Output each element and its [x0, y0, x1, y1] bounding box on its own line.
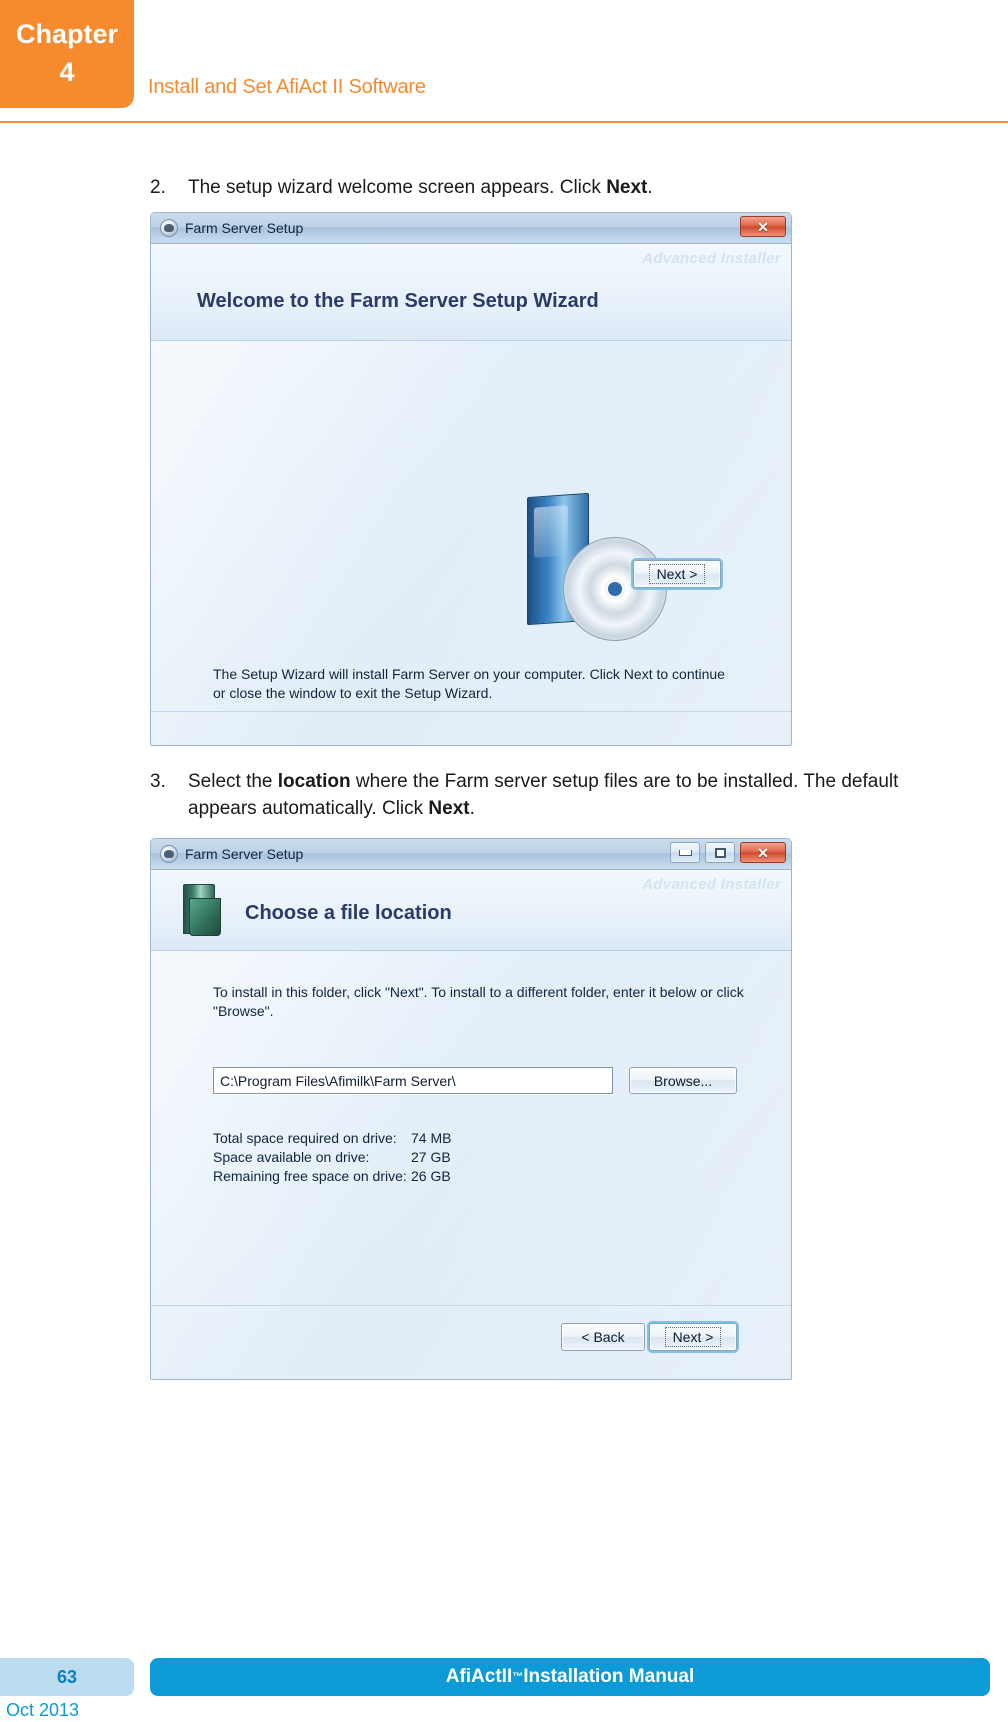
space-value: 74 MB [411, 1130, 452, 1146]
close-button[interactable]: ✕ [740, 842, 786, 863]
step-text-tail: . [647, 177, 653, 198]
manual-title-roman: II [501, 1666, 513, 1687]
space-value: 27 GB [411, 1149, 451, 1165]
page-footer: 63 AfiAct II ™ Installation Manual Oct 20… [0, 1658, 1008, 1722]
chapter-number: 4 [59, 57, 75, 87]
minimize-button[interactable] [670, 842, 700, 863]
step-item-2: 2. The setup wizard welcome screen appea… [150, 174, 910, 201]
disk-space-table: Total space required on drive: 74 MB Spa… [213, 1129, 491, 1186]
header-divider [0, 121, 1008, 123]
page-number: 63 [0, 1658, 134, 1696]
manual-title-pre: AfiAct [445, 1666, 502, 1687]
step-emphasis: Next [606, 177, 648, 198]
dialog-title: Farm Server Setup [185, 846, 304, 862]
close-icon: ✕ [757, 844, 769, 861]
cd-disc-icon [563, 537, 667, 641]
chapter-badge: Chapter 4 [0, 0, 134, 108]
space-label: Remaining free space on drive: [213, 1168, 407, 1184]
table-row: Remaining free space on drive: 26 GB [213, 1167, 491, 1186]
step-text: Select the location where the Farm serve… [188, 768, 910, 822]
dialog-body: The Setup Wizard will install Farm Serve… [151, 341, 791, 745]
setup-disc-icon [160, 845, 178, 863]
table-row: Space available on drive: 27 GB [213, 1148, 491, 1167]
back-button-label: < Back [581, 1329, 625, 1345]
step-text-tail: . [469, 798, 475, 819]
dialog-banner: Advanced Installer Welcome to the Farm S… [151, 244, 791, 341]
advanced-installer-watermark: Advanced Installer [642, 250, 781, 267]
page-header: Chapter 4 Install and Set AfiAct II Soft… [0, 0, 1008, 123]
space-label: Total space required on drive: [213, 1130, 397, 1146]
back-button[interactable]: < Back [561, 1323, 645, 1351]
browse-button-label: Browse... [653, 1072, 713, 1089]
minimize-icon [678, 849, 692, 856]
dialog-heading: Choose a file location [245, 902, 452, 924]
dialog-banner: Advanced Installer Choose a file locatio… [151, 870, 791, 951]
step-number: 2. [150, 177, 166, 198]
next-button-label: Next > [648, 564, 706, 584]
page-title: Install and Set AfiAct II Software [148, 76, 426, 98]
dialog-heading: Welcome to the Farm Server Setup Wizard [197, 290, 599, 312]
window-controls: ✕ [740, 216, 786, 237]
space-value: 26 GB [411, 1168, 451, 1184]
next-button-label: Next > [664, 1327, 722, 1347]
dialog-titlebar[interactable]: Farm Server Setup ✕ [151, 213, 791, 244]
step-item-3: 3. Select the location where the Farm se… [150, 768, 910, 822]
step-text: The setup wizard welcome screen appears.… [188, 174, 910, 201]
footer-date: Oct 2013 [6, 1700, 80, 1720]
maximize-icon [714, 847, 726, 858]
dialog-footer-divider [151, 711, 791, 712]
manual-title-bar: AfiAct II ™ Installation Manual [150, 1658, 990, 1696]
advanced-installer-watermark: Advanced Installer [642, 876, 781, 893]
install-path-input[interactable]: C:\Program Files\Afimilk\Farm Server\ [213, 1067, 613, 1094]
step-emphasis: location [277, 771, 351, 792]
space-label: Space available on drive: [213, 1149, 370, 1165]
maximize-button[interactable] [705, 842, 735, 863]
table-row: Total space required on drive: 74 MB [213, 1129, 491, 1148]
chapter-word: Chapter [15, 19, 118, 49]
step-emphasis-2: Next [428, 798, 470, 819]
next-button[interactable]: Next > [633, 560, 721, 588]
step-text-part: The setup wizard welcome screen appears.… [188, 177, 607, 198]
folder-icon [179, 882, 225, 936]
dialog-body-text: The Setup Wizard will install Farm Serve… [213, 666, 725, 701]
dialog-body: To install in this folder, click "Next".… [151, 951, 791, 1379]
step-text-part: Select the [188, 771, 278, 792]
window-controls: ✕ [670, 842, 786, 863]
dialog-body-text: To install in this folder, click "Next".… [213, 984, 744, 1019]
dialog-titlebar[interactable]: Farm Server Setup ✕ [151, 839, 791, 870]
close-icon: ✕ [757, 218, 769, 235]
dialog-footer-divider [151, 1305, 791, 1306]
setup-disc-icon [160, 219, 178, 237]
browse-button[interactable]: Browse... [629, 1067, 737, 1094]
trademark-symbol: ™ [512, 1671, 524, 1683]
dialog-farm-server-setup-location: Farm Server Setup ✕ Advanced Installer C… [150, 838, 792, 1380]
dialog-title: Farm Server Setup [185, 220, 304, 236]
close-button[interactable]: ✕ [740, 216, 786, 237]
folder-front-icon [189, 898, 221, 936]
manual-title-post: Installation Manual [523, 1666, 695, 1687]
next-button[interactable]: Next > [649, 1323, 737, 1351]
step-number: 3. [150, 771, 166, 792]
dialog-farm-server-setup-welcome: Farm Server Setup ✕ Advanced Installer W… [150, 212, 792, 746]
